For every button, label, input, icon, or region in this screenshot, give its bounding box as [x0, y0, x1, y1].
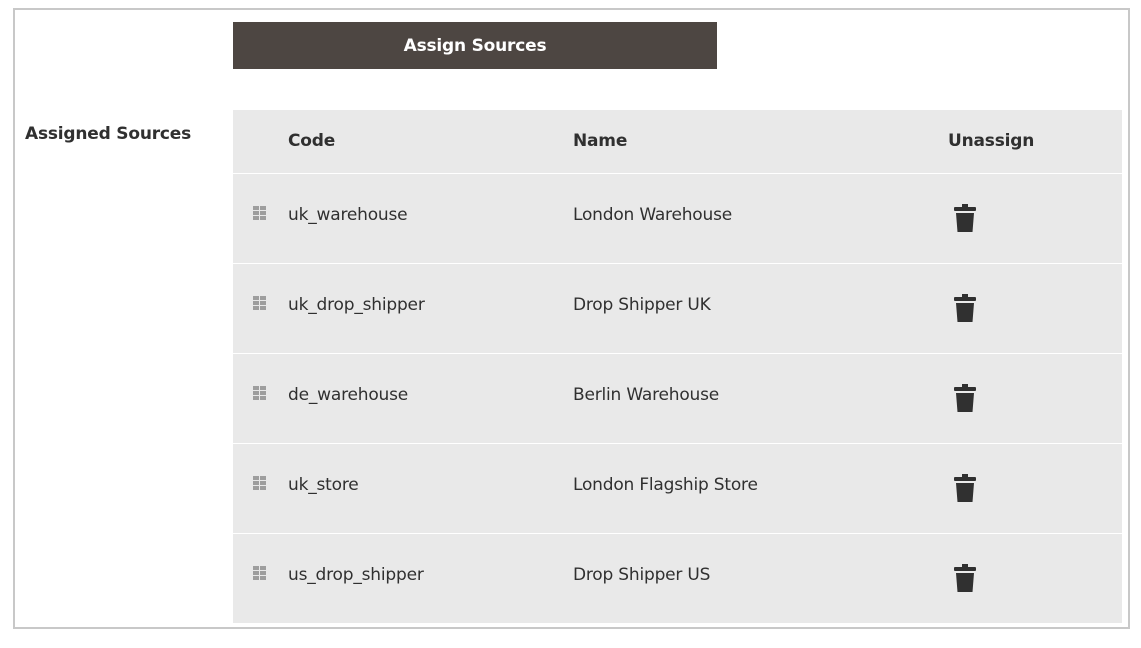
source-name: Drop Shipper UK	[573, 295, 711, 315]
trash-icon[interactable]	[954, 564, 976, 592]
drag-handle-icon[interactable]	[253, 206, 267, 232]
source-code: uk_store	[288, 475, 359, 495]
source-code: us_drop_shipper	[288, 565, 424, 585]
drag-handle-icon[interactable]	[253, 386, 267, 412]
column-header-unassign: Unassign	[948, 131, 1035, 151]
table-row: us_drop_shipper Drop Shipper US	[233, 534, 1122, 623]
source-code: uk_warehouse	[288, 205, 408, 225]
trash-icon[interactable]	[954, 384, 976, 412]
assign-sources-button[interactable]: Assign Sources	[233, 22, 717, 69]
table-row: uk_drop_shipper Drop Shipper UK	[233, 264, 1122, 354]
drag-handle-icon[interactable]	[253, 296, 267, 322]
source-code: de_warehouse	[288, 385, 409, 405]
trash-icon[interactable]	[954, 474, 976, 502]
table-row: uk_store London Flagship Store	[233, 444, 1122, 534]
column-header-name: Name	[573, 131, 628, 151]
drag-handle-icon[interactable]	[253, 476, 267, 502]
table-row: de_warehouse Berlin Warehouse	[233, 354, 1122, 444]
table-row: uk_warehouse London Warehouse	[233, 174, 1122, 264]
drag-handle-icon[interactable]	[253, 566, 267, 592]
column-header-code: Code	[288, 131, 336, 151]
trash-icon[interactable]	[954, 294, 976, 322]
assigned-sources-table: Code Name Unassign uk_warehouse London W…	[233, 110, 1122, 623]
source-name: Berlin Warehouse	[573, 385, 720, 405]
table-header: Code Name Unassign	[233, 110, 1122, 174]
source-name: London Flagship Store	[573, 475, 758, 495]
trash-icon[interactable]	[954, 204, 976, 232]
source-code: uk_drop_shipper	[288, 295, 425, 315]
source-name: London Warehouse	[573, 205, 732, 225]
assigned-sources-label: Assigned Sources	[25, 124, 192, 144]
source-name: Drop Shipper US	[573, 565, 711, 585]
